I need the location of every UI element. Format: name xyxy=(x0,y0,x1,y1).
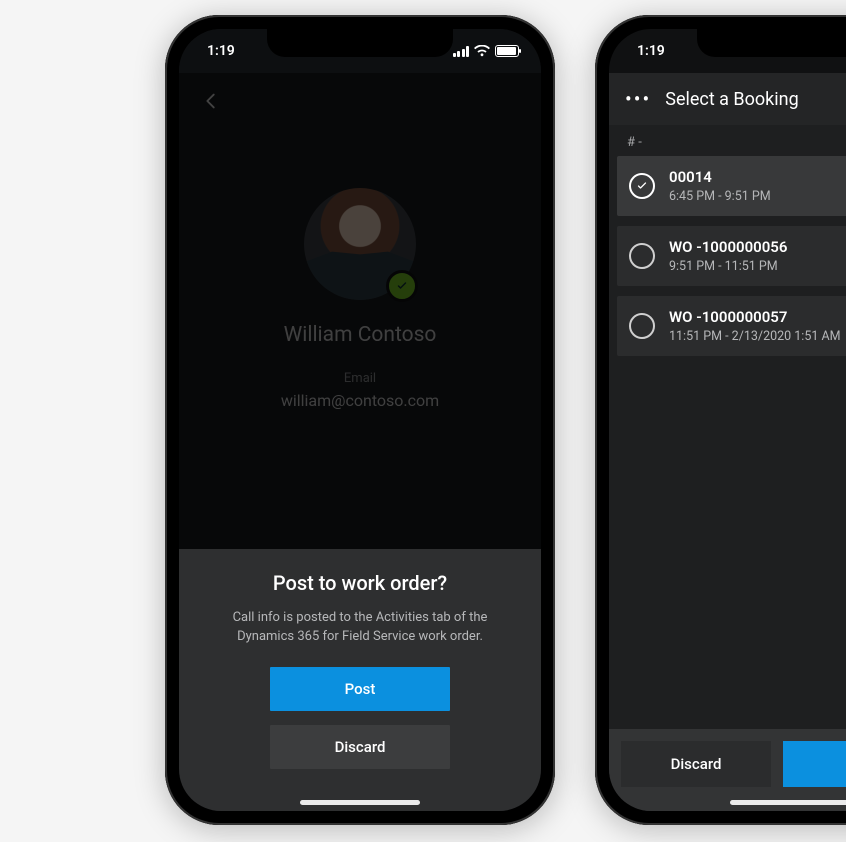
booking-time: 11:51 PM - 2/13/2020 1:51 AM xyxy=(669,329,841,344)
sheet-description: Call info is posted to the Activities ta… xyxy=(205,609,515,647)
contact-email: william@contoso.com xyxy=(179,391,541,410)
discard-button[interactable]: Discard xyxy=(270,725,450,769)
booking-item[interactable]: 00014 6:45 PM - 9:51 PM xyxy=(617,156,846,216)
phone-frame-right: 1:19 ••• Select a Booking # - xyxy=(595,15,846,825)
contact-email-label: Email xyxy=(179,371,541,386)
booking-title: WO -1000000056 xyxy=(669,238,787,256)
back-button[interactable] xyxy=(193,83,229,119)
booking-footer: Discard Post xyxy=(609,729,846,811)
booking-time: 6:45 PM - 9:51 PM xyxy=(669,189,771,204)
presence-available-icon xyxy=(386,270,418,302)
post-to-work-order-sheet: Post to work order? Call info is posted … xyxy=(179,549,541,811)
radio-checked-icon xyxy=(629,173,655,199)
sheet-title: Post to work order? xyxy=(199,571,521,595)
wifi-icon xyxy=(474,45,490,57)
radio-unchecked-icon xyxy=(629,243,655,269)
contact-name: William Contoso xyxy=(179,323,541,347)
more-icon[interactable]: ••• xyxy=(625,87,651,111)
device-notch xyxy=(697,29,846,57)
phone-frame-left: 1:19 xyxy=(165,15,555,825)
home-indicator[interactable] xyxy=(730,800,846,805)
post-button[interactable]: Post xyxy=(783,741,846,787)
booking-title: 00014 xyxy=(669,168,771,186)
booking-time: 9:51 PM - 11:51 PM xyxy=(669,259,787,274)
select-booking-header: ••• Select a Booking xyxy=(609,73,846,125)
radio-unchecked-icon xyxy=(629,313,655,339)
cellular-icon xyxy=(453,46,470,57)
home-indicator[interactable] xyxy=(300,800,420,805)
contact-avatar xyxy=(304,188,416,300)
booking-item[interactable]: WO -1000000056 9:51 PM - 11:51 PM xyxy=(617,226,846,286)
booking-item[interactable]: WO -1000000057 11:51 PM - 2/13/2020 1:51… xyxy=(617,296,846,356)
post-button[interactable]: Post xyxy=(270,667,450,711)
discard-button[interactable]: Discard xyxy=(621,741,771,787)
group-label: # - xyxy=(609,125,846,156)
battery-icon xyxy=(495,45,519,57)
header-title: Select a Booking xyxy=(665,89,798,110)
device-notch xyxy=(267,29,453,57)
booking-title: WO -1000000057 xyxy=(669,308,841,326)
